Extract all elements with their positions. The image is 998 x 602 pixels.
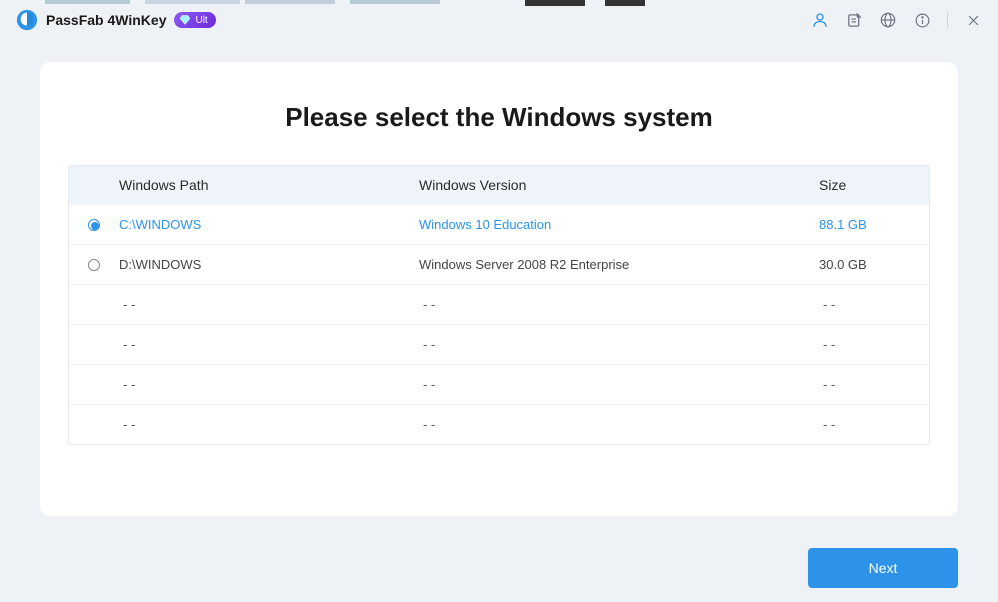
badge-text: Ult [195,15,207,26]
titlebar-divider [947,12,948,28]
titlebar: PassFab 4WinKey Ult [0,0,998,40]
cell-path: - - [119,337,419,352]
close-icon[interactable] [964,11,982,29]
info-icon[interactable] [913,11,931,29]
cell-size: 30.0 GB [819,257,929,272]
cell-path: C:\WINDOWS [119,217,419,232]
cell-version: - - [419,297,819,312]
cell-size: 88.1 GB [819,217,929,232]
cell-path: - - [119,297,419,312]
footer: Next [0,532,998,588]
table-row: - -- -- - [69,324,929,364]
app-logo-icon [16,9,38,31]
table-row: - -- -- - [69,284,929,324]
cell-size: - - [819,417,929,432]
cell-size: - - [819,377,929,392]
diamond-icon [178,13,192,27]
language-icon[interactable] [879,11,897,29]
cell-size: - - [819,337,929,352]
next-button[interactable]: Next [808,548,958,588]
table-row[interactable]: D:\WINDOWSWindows Server 2008 R2 Enterpr… [69,244,929,284]
titlebar-left: PassFab 4WinKey Ult [16,9,216,31]
cell-path: - - [119,377,419,392]
cell-path: - - [119,417,419,432]
header-path: Windows Path [119,177,419,193]
table-row[interactable]: C:\WINDOWSWindows 10 Education88.1 GB [69,204,929,244]
cell-version: Windows Server 2008 R2 Enterprise [419,257,819,272]
windows-system-table: Windows Path Windows Version Size C:\WIN… [68,165,930,445]
table-header: Windows Path Windows Version Size [69,166,929,204]
page-title: Please select the Windows system [68,102,930,133]
cell-version: - - [419,337,819,352]
header-size: Size [819,177,929,193]
radio-button[interactable] [88,219,100,231]
table-row: - -- -- - [69,364,929,404]
app-title: PassFab 4WinKey [46,12,166,28]
titlebar-right [811,11,982,29]
cell-version: - - [419,417,819,432]
header-version: Windows Version [419,177,819,193]
user-icon[interactable] [811,11,829,29]
cell-path: D:\WINDOWS [119,257,419,272]
feedback-icon[interactable] [845,11,863,29]
table-row: - -- -- - [69,404,929,444]
ultimate-badge: Ult [174,12,215,28]
cell-version: Windows 10 Education [419,217,819,232]
cell-version: - - [419,377,819,392]
cell-size: - - [819,297,929,312]
radio-button[interactable] [88,259,100,271]
main-card: Please select the Windows system Windows… [40,62,958,516]
